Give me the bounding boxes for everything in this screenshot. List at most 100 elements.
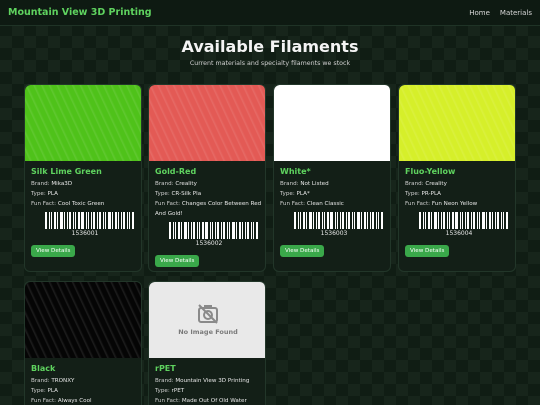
- filament-card-body: rPET Brand: Mountain View 3D Printing Type…: [155, 364, 263, 405]
- barcode-bar: [127, 212, 128, 229]
- barcode-bar: [227, 222, 228, 239]
- barcode-bar: [471, 212, 472, 229]
- barcode-number: 1536002: [195, 240, 223, 247]
- view-details-button[interactable]: View Details: [155, 255, 200, 267]
- barcode: [294, 212, 388, 229]
- barcode-bar: [118, 212, 119, 229]
- filament-card: White* Brand: Not Listed Type: PLA* Fun Fac…: [273, 84, 391, 272]
- nav-link-home[interactable]: Home: [469, 9, 490, 17]
- barcode-bar: [303, 212, 305, 229]
- filament-name: Black: [31, 364, 56, 373]
- barcode-bar: [337, 212, 338, 229]
- brand-value: TRONXY: [51, 378, 75, 384]
- barcode: [45, 212, 139, 229]
- filament-brand: Brand: Creality: [405, 179, 513, 189]
- barcode-bar: [197, 222, 198, 239]
- brand-logo-text[interactable]: Mountain View 3D Printing: [8, 7, 152, 18]
- barcode-bar: [352, 212, 353, 229]
- barcode-bar: [441, 212, 442, 229]
- barcode-bar: [69, 212, 71, 229]
- brand-label: Brand:: [155, 181, 174, 187]
- barcode-bar: [105, 212, 106, 229]
- barcode-bar: [381, 212, 383, 229]
- barcode-bar: [60, 212, 63, 229]
- filament-image: [274, 85, 390, 161]
- barcode-bar: [367, 212, 368, 229]
- filament-card-body: Gold-Red Brand: Creality Type: CR-Silk Pla…: [155, 167, 263, 267]
- filament-card: Black Brand: TRONXY Type: PLA Fun Fact: Alw…: [24, 281, 142, 405]
- type-value: PLA: [47, 388, 58, 394]
- barcode-bar: [335, 212, 336, 229]
- view-details-button[interactable]: View Details: [280, 245, 325, 257]
- barcode-bar: [191, 222, 192, 239]
- barcode-bar: [492, 212, 493, 229]
- barcode-bar: [57, 212, 58, 229]
- filament-image: [25, 282, 141, 358]
- filament-fun-fact: Fun Fact: Cool Toxic Green: [31, 199, 139, 209]
- type-value: PLA: [47, 191, 58, 197]
- barcode-bar: [378, 212, 379, 229]
- filament-card: Silk Lime Green Brand: Mika3D Type: PLA Fun…: [24, 84, 142, 272]
- barcode-bar: [181, 222, 182, 239]
- nav-link-materials[interactable]: Materials: [500, 9, 532, 17]
- filament-fun-fact: Fun Fact: Made Out Of Old Water: [155, 396, 263, 405]
- barcode-bar: [45, 212, 47, 229]
- filament-brand: Brand: TRONXY: [31, 376, 139, 386]
- barcode-bar: [327, 212, 329, 229]
- fun-fact-value: Fun Neon Yellow: [431, 201, 478, 207]
- barcode-bar: [97, 212, 98, 229]
- barcode-bar: [91, 212, 92, 229]
- barcode-bar: [431, 212, 432, 229]
- fun-fact-label: Fun Fact:: [155, 398, 181, 404]
- filament-name: Gold-Red: [155, 167, 197, 176]
- barcode-bar: [210, 222, 211, 239]
- filament-brand: Brand: Not Listed: [280, 179, 388, 189]
- barcode-bar: [242, 222, 243, 239]
- brand-label: Brand:: [280, 181, 299, 187]
- fun-fact-value: Made Out Of Old Water: [181, 398, 247, 404]
- barcode-bar: [86, 212, 87, 229]
- barcode-bar: [477, 212, 478, 229]
- barcode-bar: [455, 212, 458, 229]
- barcode-bar: [361, 212, 362, 229]
- barcode-bar: [88, 212, 89, 229]
- barcode-bar: [452, 212, 454, 229]
- filament-card-body: Fluo-Yellow Brand: Creality Type: PR-PLA Fu…: [405, 167, 513, 257]
- barcode-bar: [434, 212, 437, 229]
- view-details-button[interactable]: View Details: [31, 245, 76, 257]
- barcode-bar: [460, 212, 461, 229]
- barcode-number: 1536003: [320, 230, 348, 237]
- filament-type: Type: CR-Silk Pla: [155, 189, 263, 199]
- barcode-bar: [298, 212, 299, 229]
- barcode-bar: [447, 212, 448, 229]
- barcode-bar: [223, 222, 225, 239]
- barcode: [419, 212, 513, 229]
- filament-card-body: Silk Lime Green Brand: Mika3D Type: PLA Fun…: [31, 167, 139, 257]
- barcode-bar: [103, 212, 104, 229]
- type-value: rPET: [171, 388, 185, 394]
- barcode-bar: [354, 212, 355, 229]
- filament-fun-fact: Fun Fact: Changes Color Between Red And …: [155, 199, 263, 219]
- barcode-bar: [316, 212, 317, 229]
- barcode-bar: [372, 212, 374, 229]
- filament-fun-fact: Fun Fact: Clean Classic: [280, 199, 388, 209]
- view-details-button[interactable]: View Details: [405, 245, 450, 257]
- barcode-bar: [313, 212, 314, 229]
- brand-value: Not Listed: [300, 181, 329, 187]
- fun-fact-value: Cool Toxic Green: [57, 201, 105, 207]
- barcode-bar: [489, 212, 491, 229]
- filament-card: Fluo-Yellow Brand: Creality Type: PR-PLA Fu…: [398, 84, 516, 272]
- filament-card: No Image Found rPET Brand: Mountain View 3…: [148, 281, 266, 405]
- barcode-bar: [322, 212, 323, 229]
- barcode-bar: [495, 212, 496, 229]
- barcode-bar: [123, 212, 125, 229]
- barcode-bar: [132, 212, 134, 229]
- type-label: Type:: [155, 191, 170, 197]
- barcode-bar: [253, 222, 254, 239]
- brand-label: Brand:: [405, 181, 424, 187]
- brand-label: Brand:: [31, 181, 50, 187]
- barcode-bar: [256, 222, 258, 239]
- barcode-bar: [173, 222, 174, 239]
- barcode-bar: [425, 212, 426, 229]
- filament-image: [25, 85, 141, 161]
